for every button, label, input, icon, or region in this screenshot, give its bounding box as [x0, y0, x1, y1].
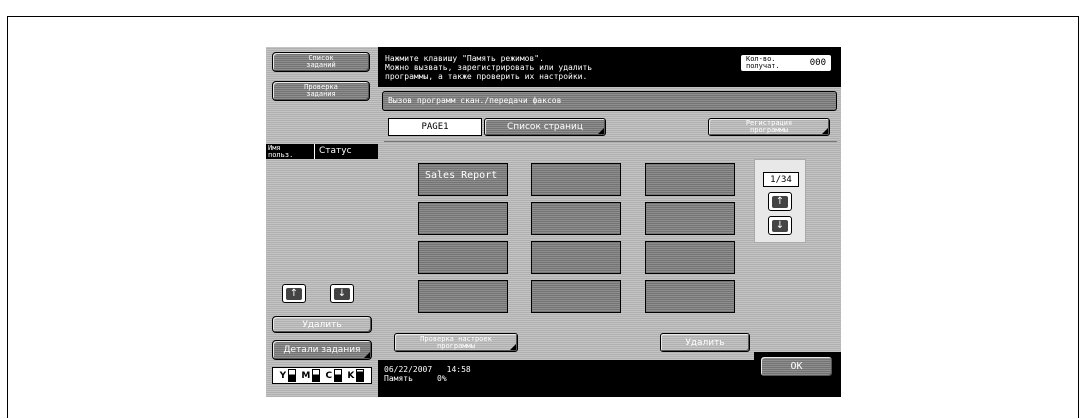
- job-delete-label: Удалить: [302, 319, 342, 330]
- program-button-3[interactable]: [645, 163, 735, 196]
- job-check-button[interactable]: Проверка задания: [272, 81, 370, 101]
- page-up-button[interactable]: ↑: [768, 192, 792, 211]
- device-screen: Список заданий Проверка задания Имя поль…: [266, 47, 841, 397]
- delete-program-label: Удалить: [685, 337, 725, 348]
- copies-display: Кол-во. получат. 000: [740, 54, 832, 72]
- check-settings-button[interactable]: Проверка настроек программы: [394, 333, 518, 352]
- register-program-label: Регистрация программы: [745, 119, 793, 134]
- program-name: Sales Report: [425, 170, 498, 181]
- left-panel: Список заданий Проверка задания Имя поль…: [266, 47, 378, 397]
- program-button-4[interactable]: [418, 202, 508, 235]
- job-delete-button[interactable]: Удалить: [272, 316, 372, 333]
- arrow-down-icon: ↓: [772, 219, 788, 232]
- panel-title-bar: Вызов программ скан./передачи факсов: [382, 91, 837, 111]
- tab-page1[interactable]: PAGE1: [388, 118, 482, 136]
- ok-label: OK: [790, 360, 803, 372]
- program-button-1[interactable]: Sales Report: [418, 163, 508, 196]
- check-settings-label: Проверка настроек программы: [420, 334, 492, 350]
- job-list-button[interactable]: Список заданий: [272, 52, 370, 72]
- ok-button[interactable]: OK: [760, 356, 833, 377]
- memory-value: 0%: [437, 374, 447, 383]
- toner-indicator: Y M C K: [272, 367, 372, 384]
- copies-value: 000: [809, 58, 826, 68]
- pager-panel: 1/34 ↑ ↓: [754, 159, 806, 243]
- job-list-area: [266, 159, 378, 279]
- page-down-button[interactable]: ↓: [768, 216, 792, 235]
- program-button-5[interactable]: [531, 202, 621, 235]
- program-button-2[interactable]: [531, 163, 621, 196]
- ok-area: OK: [754, 352, 841, 397]
- status-date: 06/22/2007: [384, 365, 433, 374]
- copies-label: Кол-во. получат.: [746, 55, 780, 70]
- arrow-up-icon: ↑: [286, 287, 302, 300]
- panel-title: Вызов программ скан./передачи факсов: [388, 96, 562, 105]
- divider: [384, 141, 837, 142]
- tab-page1-label: PAGE1: [421, 122, 449, 132]
- job-details-label: Детали задания: [283, 345, 361, 355]
- job-scroll-down-button[interactable]: ↓: [330, 284, 354, 303]
- program-button-12[interactable]: [645, 280, 735, 313]
- page-number: 1/34: [770, 174, 792, 185]
- status-time: 14:58: [446, 365, 471, 374]
- job-scroll-up-button[interactable]: ↑: [282, 284, 306, 303]
- status-bar: 06/22/2007 14:58 Память 0%: [378, 360, 754, 397]
- tab-page-list-label: Список страниц: [506, 122, 584, 132]
- toner-y: Y: [280, 369, 297, 382]
- register-program-button[interactable]: Регистрация программы: [708, 118, 830, 136]
- message-bar: Нажмите клавишу "Память режимов". Можно …: [378, 47, 841, 87]
- program-button-7[interactable]: [418, 241, 508, 274]
- toner-m: M: [301, 369, 321, 382]
- program-button-9[interactable]: [645, 241, 735, 274]
- status-column-header: Статус: [319, 146, 352, 156]
- job-list-header: Имя польз. Статус: [266, 144, 378, 159]
- job-details-button[interactable]: Детали задания: [272, 340, 372, 360]
- tab-page-list[interactable]: Список страниц: [484, 118, 606, 136]
- program-button-6[interactable]: [645, 202, 735, 235]
- instruction-message: Нажмите клавишу "Память режимов". Можно …: [385, 54, 593, 81]
- main-panel: Вызов программ скан./передачи факсов PAG…: [378, 87, 841, 357]
- page-indicator: 1/34: [763, 172, 799, 187]
- program-grid: Sales Report: [388, 145, 748, 317]
- arrow-up-icon: ↑: [772, 195, 788, 208]
- arrow-down-icon: ↓: [334, 287, 350, 300]
- program-button-11[interactable]: [531, 280, 621, 313]
- delete-program-button[interactable]: Удалить: [660, 333, 750, 352]
- program-button-8[interactable]: [531, 241, 621, 274]
- toner-k: K: [347, 369, 365, 382]
- memory-label: Память: [384, 374, 413, 383]
- user-column-header: Имя польз.: [268, 144, 294, 159]
- job-list-label: Список заданий: [306, 54, 336, 69]
- status-info: 06/22/2007 14:58 Память 0%: [384, 365, 471, 383]
- toner-c: C: [326, 369, 343, 382]
- program-button-10[interactable]: [418, 280, 508, 313]
- job-check-label: Проверка задания: [304, 83, 338, 98]
